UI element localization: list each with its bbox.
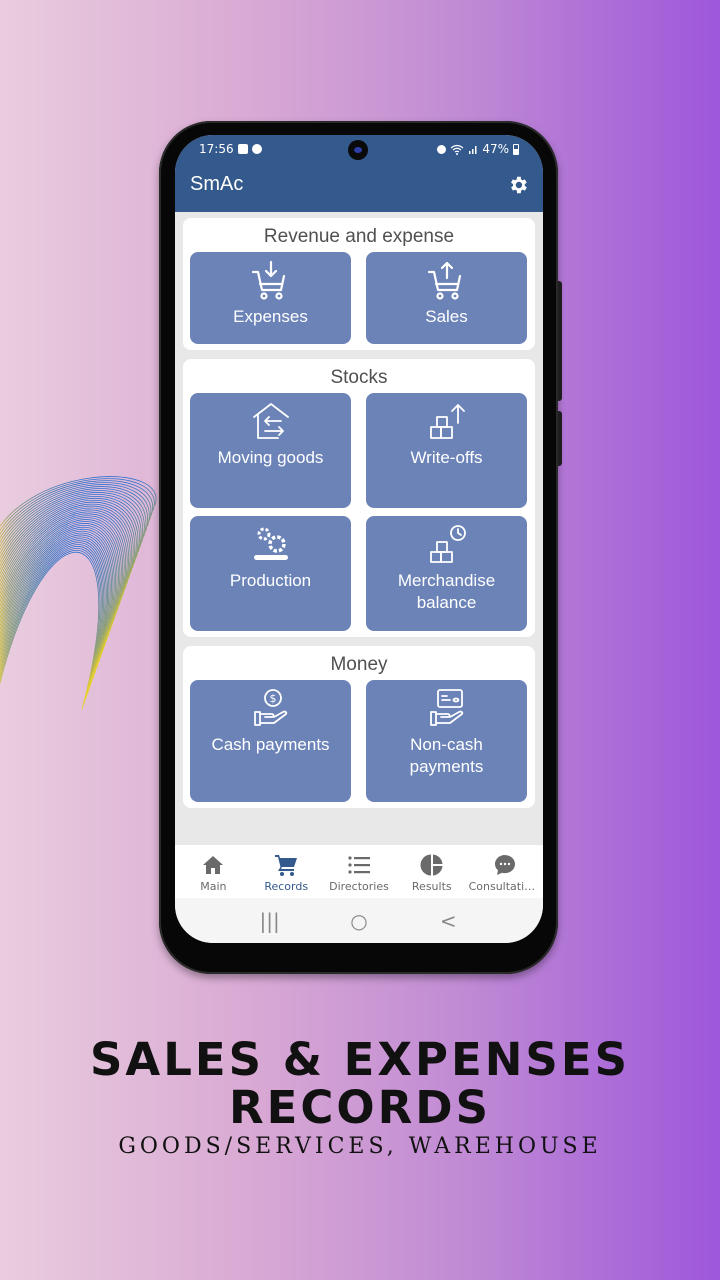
alarm-icon bbox=[437, 144, 447, 154]
production-button[interactable]: Production bbox=[190, 516, 351, 631]
battery-percent: 47% bbox=[482, 142, 509, 156]
power-button bbox=[558, 411, 562, 466]
home-icon bbox=[203, 856, 224, 874]
nav-results[interactable]: Results bbox=[396, 845, 468, 893]
phone-screen: 17:56 47% SmAc Revenue and expense Expen… bbox=[175, 135, 543, 943]
nav-consultation[interactable]: Consultatio... bbox=[469, 845, 541, 893]
write-offs-button[interactable]: Write-offs bbox=[366, 393, 527, 508]
battery-icon bbox=[513, 143, 519, 155]
tile-label: Moving goods bbox=[217, 448, 324, 467]
boxes-up-icon bbox=[429, 404, 465, 439]
app-notification-icon bbox=[251, 144, 262, 154]
tile-label: Expenses bbox=[233, 307, 308, 326]
nav-records[interactable]: Records bbox=[250, 845, 322, 893]
tile-label: Sales bbox=[425, 307, 468, 326]
section-title: Revenue and expense bbox=[263, 226, 455, 247]
cart-in-icon bbox=[251, 260, 285, 300]
back-button[interactable]: < bbox=[428, 909, 468, 933]
system-navigation-bar: ||| ○ < bbox=[175, 898, 543, 943]
cart-icon bbox=[275, 855, 298, 876]
non-cash-payments-button[interactable]: Non-cash payments bbox=[366, 680, 527, 802]
app-bar: 17:56 47% SmAc bbox=[175, 135, 543, 212]
promo-headline: SALES & EXPENSES RECORDS bbox=[0, 1036, 720, 1132]
bottom-navigation: Main Records Directories Results Consult… bbox=[175, 845, 543, 898]
recents-button[interactable]: ||| bbox=[250, 909, 290, 933]
gears-icon bbox=[253, 527, 288, 560]
section-title: Money bbox=[330, 654, 388, 675]
hand-coin-icon: $ bbox=[253, 689, 287, 726]
section-revenue-and-expense: Revenue and expense Expenses Sales bbox=[183, 218, 535, 350]
svg-text:$: $ bbox=[269, 692, 276, 705]
tile-label: Cash payments bbox=[211, 735, 330, 754]
promo-subheadline: GOODS/SERVICES, WAREHOUSE bbox=[118, 1134, 602, 1159]
cart-out-icon bbox=[427, 261, 461, 300]
nav-label: Results bbox=[411, 880, 452, 893]
section-money: Money $ Cash payments Non-cash payments bbox=[183, 646, 535, 808]
nav-main[interactable]: Main bbox=[177, 845, 249, 893]
gallery-notification-icon bbox=[237, 144, 248, 154]
decorative-wave-graphic bbox=[0, 476, 157, 710]
home-button[interactable]: ○ bbox=[339, 909, 379, 933]
nav-label: Records bbox=[264, 880, 309, 893]
merchandise-balance-button[interactable]: Merchandise balance bbox=[366, 516, 527, 631]
moving-goods-button[interactable]: Moving goods bbox=[190, 393, 351, 508]
nav-label: Directories bbox=[329, 880, 389, 893]
pie-chart-icon bbox=[420, 854, 443, 876]
nav-directories[interactable]: Directories bbox=[323, 845, 395, 893]
headline-line-2: RECORDS bbox=[228, 1081, 492, 1134]
nav-label: Consultatio... bbox=[468, 880, 541, 893]
chat-icon bbox=[494, 855, 515, 875]
tile-label: Non-cash payments bbox=[409, 735, 484, 776]
tile-label: Production bbox=[229, 571, 312, 590]
front-camera bbox=[348, 140, 368, 160]
tile-label: Write-offs bbox=[410, 448, 483, 467]
section-stocks: Stocks Moving goods Write-offs Productio… bbox=[183, 359, 535, 637]
wifi-icon bbox=[450, 144, 464, 155]
expenses-button[interactable]: Expenses bbox=[190, 252, 351, 344]
warehouse-transfer-icon bbox=[252, 403, 289, 439]
nav-label: Main bbox=[200, 880, 227, 893]
status-time: 17:56 bbox=[199, 142, 234, 156]
records-content: Revenue and expense Expenses Sales Stock… bbox=[175, 212, 543, 845]
cash-payments-button[interactable]: $ Cash payments bbox=[190, 680, 351, 802]
headline-line-1: SALES & EXPENSES bbox=[89, 1033, 630, 1086]
volume-button bbox=[558, 281, 562, 401]
section-title: Stocks bbox=[330, 367, 388, 388]
sales-button[interactable]: Sales bbox=[366, 252, 527, 344]
app-title: SmAc bbox=[190, 173, 244, 195]
gear-icon[interactable] bbox=[507, 174, 529, 196]
list-icon bbox=[348, 856, 370, 874]
tile-label: Merchandise balance bbox=[397, 571, 496, 612]
hand-card-icon bbox=[429, 689, 463, 726]
boxes-clock-icon bbox=[429, 525, 466, 563]
signal-icon bbox=[469, 146, 477, 154]
